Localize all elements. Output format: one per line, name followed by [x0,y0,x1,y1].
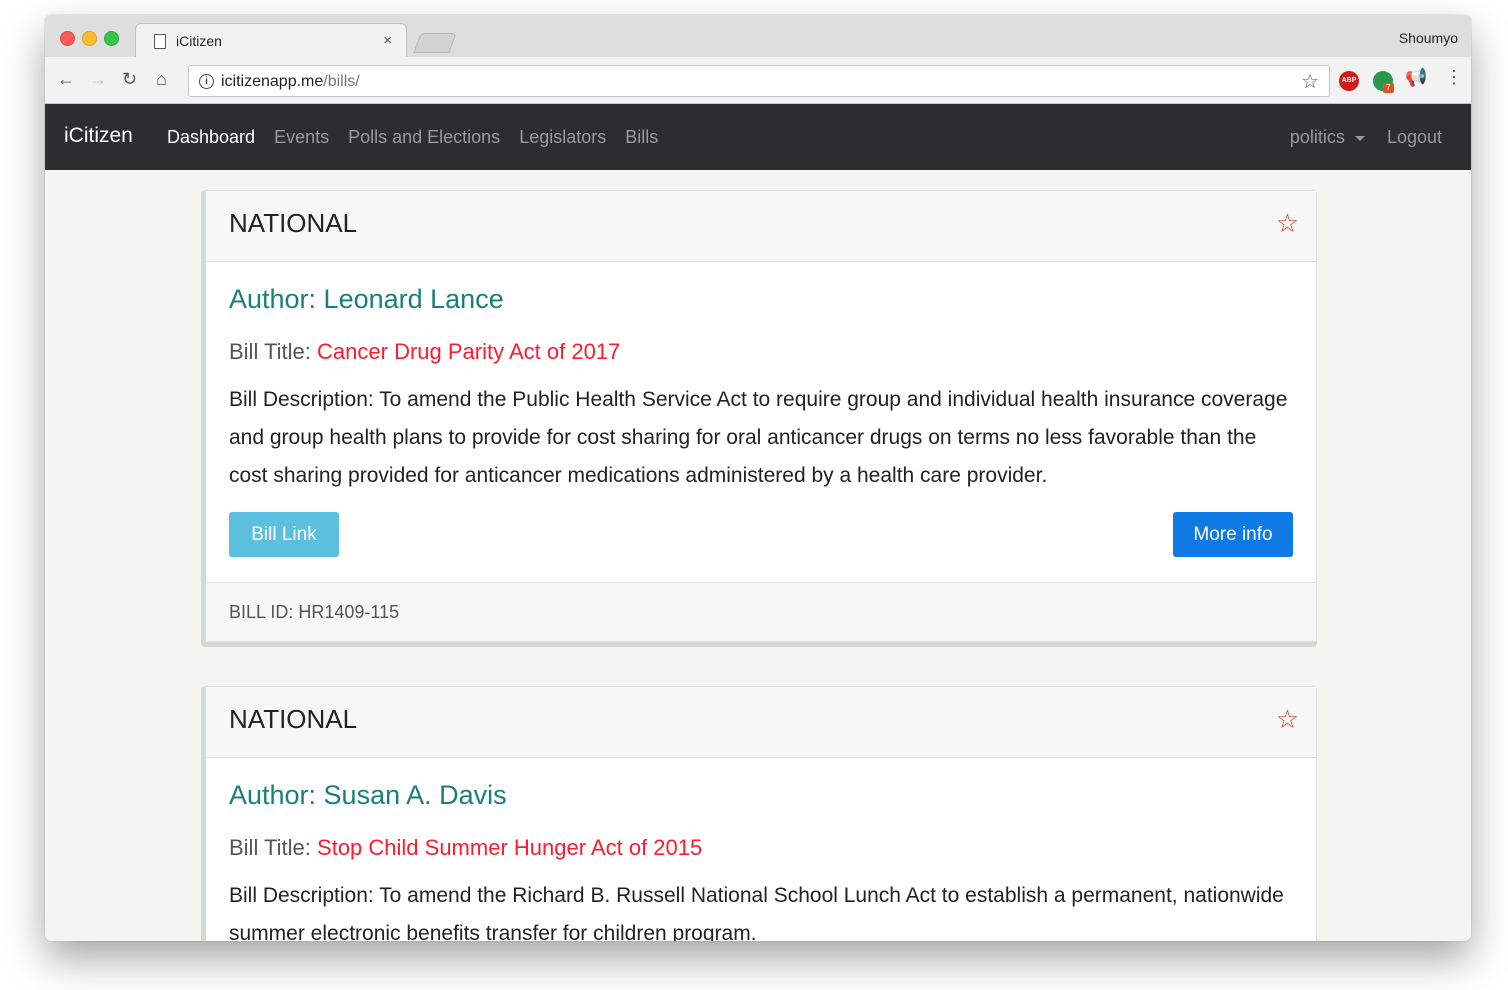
bill-title-line: Bill Title: Cancer Drug Parity Act of 20… [229,339,1293,365]
url-host: icitizenapp.me [221,73,324,90]
bill-title-label: Bill Title: [229,835,318,860]
home-icon[interactable]: ⌂ [156,69,167,90]
menu-dots-icon[interactable]: ⋮ [1445,67,1463,88]
info-icon[interactable]: i [199,74,214,89]
profile-name[interactable]: Shoumyo [1399,30,1458,46]
card-header: NATIONAL ☆ [206,687,1316,758]
bill-author: Author: Susan A. Davis [229,780,507,810]
nav-events[interactable]: Events [274,127,329,148]
browser-window: iCitizen × Shoumyo ← → ↻ ⌂ i icitizenapp… [45,15,1471,941]
megaphone-icon[interactable]: 📢 [1405,67,1427,88]
forward-arrow-icon[interactable]: → [89,69,107,90]
url-path: /bills/ [323,73,360,90]
nav-links: Dashboard Events Polls and Elections Leg… [167,127,658,148]
bill-title-line: Bill Title: Stop Child Summer Hunger Act… [229,835,1293,861]
minimize-window-button[interactable] [82,31,97,46]
bill-title: Stop Child Summer Hunger Act of 2015 [317,835,703,860]
tab-close-icon[interactable]: × [383,32,392,49]
bills-list: NATIONAL ☆ Author: Leonard Lance Bill Ti… [45,170,1471,941]
card-footer: BILL ID: HR1409-115 [206,582,1316,641]
bill-description: Bill Description: To amend the Public He… [229,388,1288,487]
nav-legislators[interactable]: Legislators [519,127,606,148]
extension-badge: 7 [1383,83,1394,93]
url-text[interactable]: icitizenapp.me/bills/ [221,73,360,91]
bill-card: NATIONAL ☆ Author: Leonard Lance Bill Ti… [201,190,1317,642]
card-actions: Bill Link More info [229,512,1293,582]
bill-id: BILL ID: HR1409-115 [229,602,400,622]
tab-title: iCitizen [176,33,222,49]
back-arrow-icon[interactable]: ← [57,69,75,90]
bill-card: NATIONAL ☆ Author: Susan A. Davis Bill T… [201,686,1317,941]
bill-link-button[interactable]: Bill Link [229,512,339,557]
bill-title: Cancer Drug Parity Act of 2017 [317,339,621,364]
bill-description: Bill Description: To amend the Richard B… [229,884,1284,941]
close-window-button[interactable] [60,31,75,46]
bill-author: Author: Leonard Lance [229,284,504,314]
adblock-icon[interactable]: ABP [1339,71,1359,91]
bill-region: NATIONAL [229,208,358,238]
politics-dropdown-label: politics [1289,127,1345,147]
maximize-window-button[interactable] [104,31,119,46]
more-info-button[interactable]: More info [1173,512,1293,557]
page-icon [154,34,166,49]
nav-bills[interactable]: Bills [625,127,658,148]
card-body: Author: Susan A. Davis Bill Title: Stop … [206,758,1316,941]
nav-right: politics Logout [1290,127,1442,148]
browser-toolbar: ← → ↻ ⌂ i icitizenapp.me/bills/ ☆ ABP 7 … [45,57,1471,104]
browser-tab[interactable]: iCitizen × [135,23,407,58]
reload-icon[interactable]: ↻ [122,69,137,90]
favorite-star-icon[interactable]: ☆ [1276,208,1299,239]
app-navbar: iCitizen Dashboard Events Polls and Elec… [45,104,1471,170]
politics-dropdown[interactable]: politics [1290,127,1365,148]
address-bar[interactable]: i icitizenapp.me/bills/ ☆ [188,65,1330,97]
bill-region: NATIONAL [229,704,358,734]
logout-link[interactable]: Logout [1387,127,1442,148]
card-body: Author: Leonard Lance Bill Title: Cancer… [206,262,1316,582]
caret-down-icon [1354,135,1365,141]
new-tab-button[interactable] [413,33,457,53]
nav-dashboard[interactable]: Dashboard [167,127,255,148]
bill-title-label: Bill Title: [229,339,318,364]
card-header: NATIONAL ☆ [206,191,1316,262]
brand-logo[interactable]: iCitizen [64,124,133,148]
bookmark-star-icon[interactable]: ☆ [1301,69,1319,94]
nav-polls-elections[interactable]: Polls and Elections [348,127,500,148]
favorite-star-icon[interactable]: ☆ [1276,704,1299,735]
